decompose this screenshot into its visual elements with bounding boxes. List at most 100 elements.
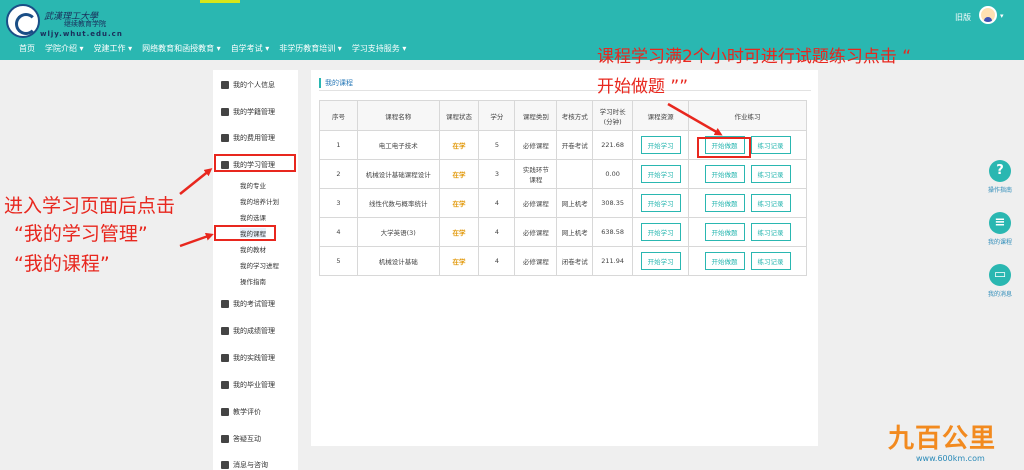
sidebar-item-evaluation[interactable]: 教学评价 — [221, 407, 261, 417]
cell-name: 机械设计基础课程设计 — [356, 159, 440, 189]
cell-time: 638.58 — [592, 217, 634, 247]
float-my-messages[interactable]: ▭ 我的消息 — [984, 264, 1016, 298]
cell-resources: 开始学习 — [632, 246, 690, 276]
col-header-exercise: 作业练习 — [688, 100, 807, 131]
sidebar-item-graduation[interactable]: 我的毕业管理 — [221, 380, 275, 390]
nav-item[interactable]: 学院介绍 ▾ — [40, 42, 89, 56]
cell-type: 必修课程 — [514, 217, 558, 247]
highlight-my-courses — [214, 225, 276, 241]
cell-credit: 3 — [478, 159, 516, 189]
cell-no: 2 — [319, 159, 358, 189]
cell-time: 211.94 — [592, 246, 634, 276]
sidebar-sub-textbooks[interactable]: 我的教材 — [240, 244, 266, 254]
gear-icon — [221, 354, 229, 362]
list-icon: ≡ — [989, 212, 1011, 234]
cell-exercise: 开始做题 练习记录 — [688, 159, 807, 189]
sidebar-item-fees[interactable]: 我的费用管理 — [221, 133, 275, 143]
start-study-button[interactable]: 开始学习 — [640, 223, 681, 241]
sidebar-item-label: 我的毕业管理 — [233, 381, 275, 389]
col-header-status: 课程状态 — [438, 100, 480, 131]
nav-item[interactable]: 学习支持服务 ▾ — [347, 42, 412, 56]
start-study-button[interactable]: 开始学习 — [640, 194, 681, 212]
logo-emblem-icon — [6, 4, 40, 38]
arrow-to-my-courses — [179, 232, 214, 248]
exercise-record-button[interactable]: 练习记录 — [750, 136, 791, 154]
start-exercise-button[interactable]: 开始做题 — [704, 165, 745, 183]
sidebar-item-enrollment[interactable]: 我的学籍管理 — [221, 107, 275, 117]
start-exercise-button[interactable]: 开始做题 — [704, 223, 745, 241]
cell-credit: 4 — [478, 246, 516, 276]
cell-name: 大学英语(3) — [356, 217, 440, 247]
nav-item[interactable]: 党建工作 ▾ — [89, 42, 138, 56]
start-study-button[interactable]: 开始学习 — [640, 136, 681, 154]
nav-item[interactable]: 非学历教育培训 ▾ — [274, 42, 347, 56]
annotation-left-line3: “我的课程” — [14, 253, 110, 275]
cell-name: 机械设计基础 — [356, 246, 440, 276]
cell-exam: 闭卷考试 — [556, 246, 594, 276]
annotation-left-line2: “我的学习管理” — [14, 223, 148, 245]
start-study-button[interactable]: 开始学习 — [640, 252, 681, 270]
cell-resources: 开始学习 — [632, 188, 690, 218]
user-avatar[interactable] — [979, 6, 997, 24]
highlight-start-exercise — [697, 137, 751, 158]
swap-icon — [221, 108, 229, 116]
sidebar-item-label: 教学评价 — [233, 408, 261, 416]
cell-exercise: 开始做题 练习记录 — [688, 217, 807, 247]
sidebar-item-grades[interactable]: 我的成绩管理 — [221, 326, 275, 336]
sidebar-item-messages[interactable]: 消息与咨询 — [221, 460, 268, 470]
watermark-url: www.600km.com — [916, 454, 985, 463]
sidebar-item-practice[interactable]: 我的实践管理 — [221, 353, 275, 363]
cell-name: 线性代数与概率统计 — [356, 188, 440, 218]
annotation-right-line2: 开始做题 ”” — [597, 77, 689, 97]
nav-item[interactable]: 首页 — [14, 42, 40, 56]
yen-icon — [221, 134, 229, 142]
sidebar-sub-major[interactable]: 我的专业 — [240, 180, 266, 190]
chevron-down-icon[interactable]: ▾ — [1000, 12, 1004, 20]
cell-status: 在学 — [438, 159, 480, 189]
nav-item[interactable]: 网络教育和函授教育 ▾ — [137, 42, 226, 56]
table-row: 5 机械设计基础 在学 4 必修课程 闭卷考试 211.94 开始学习 开始做题… — [319, 246, 807, 276]
cell-status: 在学 — [438, 188, 480, 218]
float-guide[interactable]: ? 操作指南 — [984, 160, 1016, 194]
sidebar-sub-guide[interactable]: 操作指南 — [240, 276, 266, 286]
cell-status: 在学 — [438, 246, 480, 276]
sidebar-item-qa[interactable]: 答疑互动 — [221, 434, 261, 444]
sidebar-item-exams[interactable]: 我的考试管理 — [221, 299, 275, 309]
sidebar-item-label: 答疑互动 — [233, 435, 261, 443]
sidebar-item-label: 消息与咨询 — [233, 461, 268, 469]
exercise-record-button[interactable]: 练习记录 — [750, 165, 791, 183]
main-panel: 我的课程 序号 课程名称 课程状态 学分 课程类别 考核方式 学习时长 (分钟)… — [311, 70, 818, 446]
main-nav: 首页 学院介绍 ▾ 党建工作 ▾ 网络教育和函授教育 ▾ 自学考试 ▾ 非学历教… — [14, 42, 411, 56]
message-icon: ▭ — [989, 264, 1011, 286]
start-exercise-button[interactable]: 开始做题 — [704, 252, 745, 270]
cell-resources: 开始学习 — [632, 159, 690, 189]
sidebar-sub-progress[interactable]: 我的学习进程 — [240, 260, 279, 270]
col-header-exam: 考核方式 — [556, 100, 594, 131]
cell-exercise: 开始做题 练习记录 — [688, 188, 807, 218]
float-my-courses[interactable]: ≡ 我的课程 — [984, 212, 1016, 246]
bell-icon — [221, 461, 229, 469]
float-my-messages-label: 我的消息 — [987, 291, 1012, 298]
old-version-link[interactable]: 旧版 — [955, 12, 971, 23]
cell-time: 0.00 — [592, 159, 634, 189]
cell-time: 308.35 — [592, 188, 634, 218]
watermark-text: 九百公里 — [888, 424, 997, 454]
cell-resources: 开始学习 — [632, 130, 690, 160]
start-study-button[interactable]: 开始学习 — [640, 165, 681, 183]
col-header-credit: 学分 — [478, 100, 516, 131]
col-header-no: 序号 — [319, 100, 358, 131]
sidebar: 我的个人信息 我的学籍管理 我的费用管理 我的学习管理 我的专业 我的培养计划 … — [213, 70, 298, 470]
exercise-record-button[interactable]: 练习记录 — [750, 223, 791, 241]
exercise-record-button[interactable]: 练习记录 — [750, 252, 791, 270]
sidebar-sub-plan[interactable]: 我的培养计划 — [240, 196, 279, 206]
float-guide-label: 操作指南 — [987, 187, 1012, 194]
start-exercise-button[interactable]: 开始做题 — [704, 194, 745, 212]
nav-item[interactable]: 自学考试 ▾ — [226, 42, 275, 56]
comment-icon — [221, 435, 229, 443]
sidebar-item-personal-info[interactable]: 我的个人信息 — [221, 80, 275, 90]
page-title: 我的课程 — [319, 78, 353, 88]
sidebar-sub-course-selection[interactable]: 我的选课 — [240, 212, 266, 222]
exercise-record-button[interactable]: 练习记录 — [750, 194, 791, 212]
title-divider — [319, 90, 811, 91]
site-logo[interactable]: 武漢理工大學 继续教育学院 wljy.whut.edu.cn — [6, 4, 126, 38]
